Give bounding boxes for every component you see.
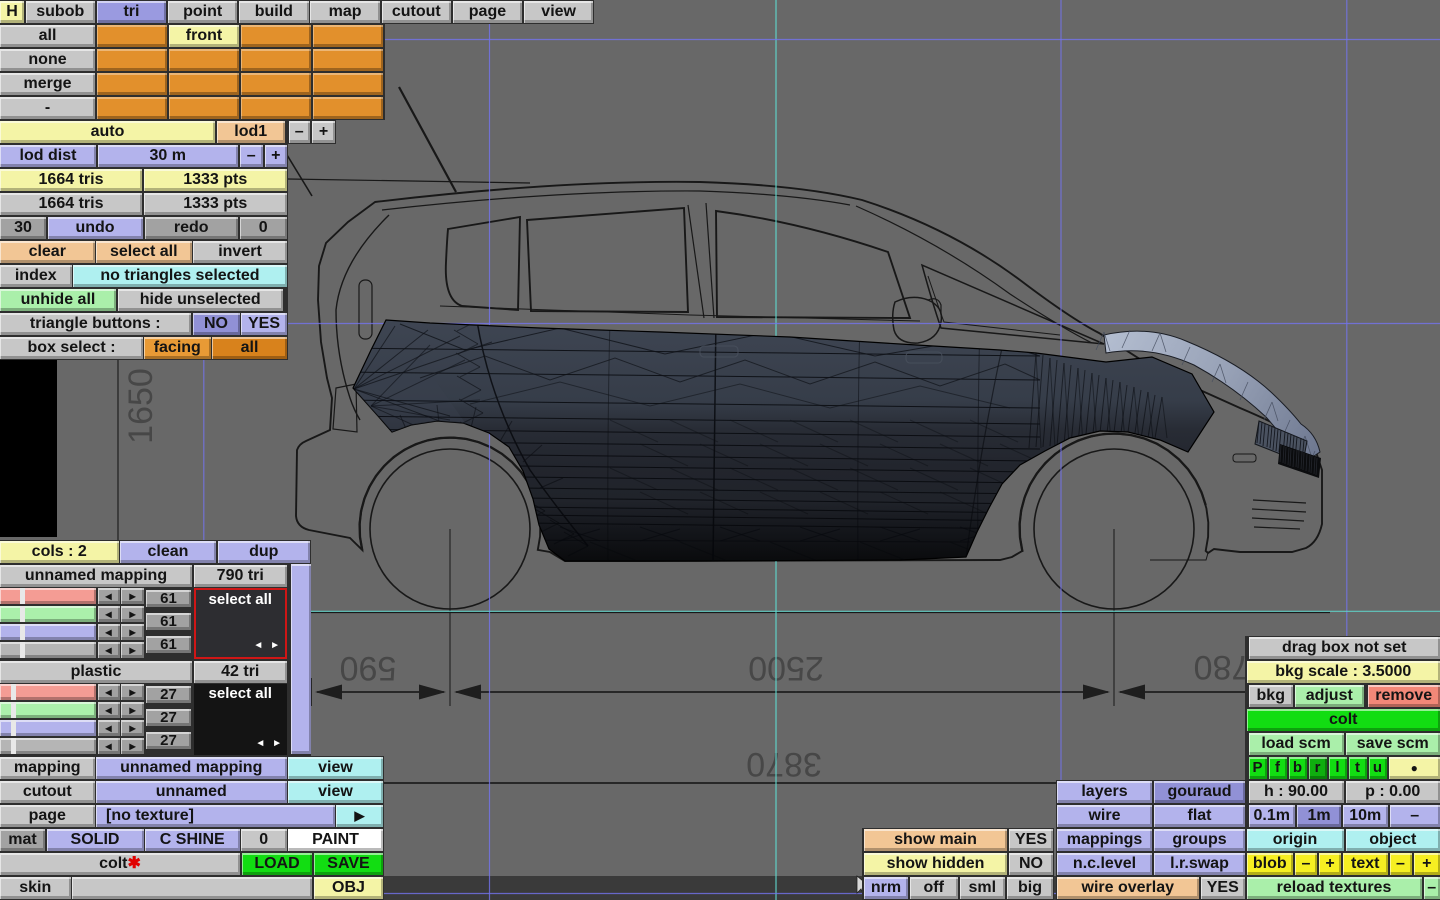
svg-text:3870: 3870 — [746, 745, 822, 783]
svg-text:780: 780 — [1194, 648, 1251, 686]
svg-text:2500: 2500 — [748, 649, 824, 687]
svg-text:590: 590 — [340, 649, 397, 687]
svg-text:1650: 1650 — [122, 368, 160, 444]
